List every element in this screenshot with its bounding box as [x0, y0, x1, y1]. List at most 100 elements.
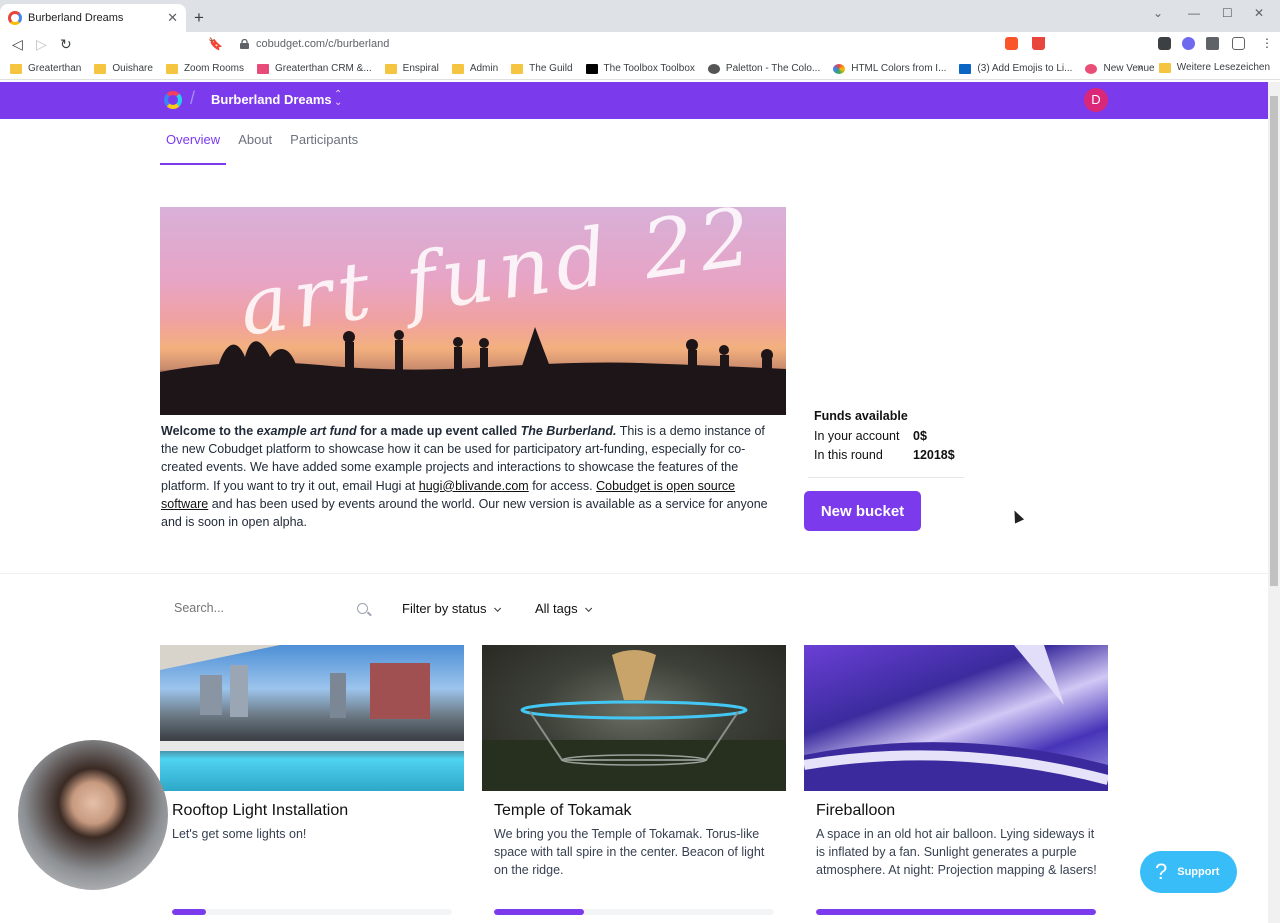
folder-icon [165, 63, 178, 74]
tab-search-icon[interactable]: ⌄ [1153, 6, 1163, 20]
cobudget-favicon-icon [8, 11, 22, 25]
browser-tab[interactable]: Burberland Dreams ✕ [0, 4, 186, 32]
bookmark-item[interactable]: Greaterthan [10, 63, 81, 74]
maximize-icon[interactable]: ☐ [1222, 6, 1233, 20]
other-bookmarks[interactable]: » Weitere Lesezeichen [1137, 62, 1270, 73]
folder-icon [451, 63, 464, 74]
brave-rewards-icon[interactable] [1032, 37, 1045, 50]
progress-fill [494, 909, 584, 915]
new-bucket-button[interactable]: New bucket [804, 491, 921, 531]
address-bar[interactable]: cobudget.com/c/burberland [256, 38, 389, 50]
webcam-overlay [18, 740, 168, 890]
tags-filter-dropdown[interactable]: All tags [535, 601, 592, 616]
folder-icon [384, 63, 397, 74]
minimize-icon[interactable]: — [1188, 6, 1200, 20]
funds-title: Funds available [814, 409, 908, 423]
extension-icon[interactable] [1158, 37, 1171, 50]
mouse-cursor-icon [1009, 508, 1025, 524]
window-close-icon[interactable]: ✕ [1254, 6, 1264, 20]
folder-icon [511, 63, 524, 74]
bookmarks-overflow-icon[interactable]: » [1137, 62, 1143, 73]
group-intro-text: Welcome to the example art fund for a ma… [161, 424, 768, 530]
venue-icon [1085, 63, 1098, 74]
funds-divider [808, 477, 964, 478]
color-wheel-icon [833, 63, 846, 74]
bookmark-item[interactable]: The Toolbox Toolbox [585, 63, 695, 74]
scrollbar-thumb[interactable] [1270, 96, 1278, 586]
funding-progress-bar [494, 909, 774, 915]
bucket-title[interactable]: Fireballoon [816, 802, 895, 820]
search-icon[interactable] [357, 603, 368, 614]
bookmark-item[interactable]: Admin [451, 63, 498, 74]
bucket-card[interactable]: Fireballoon A space in an old hot air ba… [804, 645, 1108, 923]
bookmark-item[interactable]: The Guild [511, 63, 573, 74]
bookmark-icon[interactable]: 🔖 [208, 37, 223, 51]
help-icon: ? [1155, 859, 1168, 884]
toolbox-icon [585, 63, 598, 74]
chevron-down-icon [493, 604, 501, 612]
folder-icon [94, 63, 107, 74]
bucket-image [482, 645, 786, 791]
forward-icon[interactable]: ▷ [36, 36, 47, 53]
bucket-card[interactable]: Temple of Tokamak We bring you the Templ… [482, 645, 786, 923]
bucket-title[interactable]: Rooftop Light Installation [172, 802, 348, 820]
progress-fill [816, 909, 1096, 915]
bookmark-item[interactable]: Enspiral [384, 63, 439, 74]
page-scrollbar[interactable] [1268, 82, 1280, 923]
back-icon[interactable]: ◁ [12, 36, 23, 53]
group-tabs: Overview About Participants [160, 132, 370, 165]
folder-icon [10, 63, 22, 74]
funds-round-row: In this round 12018$ [814, 448, 955, 462]
group-switcher-icon[interactable]: ⌃ ⌄ [334, 90, 342, 108]
funds-panel: Funds available In your account 0$ In th… [814, 409, 964, 467]
close-tab-icon[interactable]: ✕ [167, 10, 178, 26]
bucket-description: Let's get some lights on! [172, 827, 307, 841]
cobudget-logo-icon[interactable] [164, 91, 182, 109]
bookmark-item[interactable]: Ouishare [94, 63, 153, 74]
chevron-down-icon [584, 604, 592, 612]
search-input[interactable] [174, 601, 344, 615]
breadcrumb-separator: / [190, 88, 196, 108]
funds-account-row: In your account 0$ [814, 429, 927, 443]
round-balance: 12018$ [913, 448, 955, 462]
group-name[interactable]: Burberland Dreams [211, 92, 332, 107]
section-divider [0, 573, 1268, 574]
bucket-image [804, 645, 1108, 791]
wallet-icon[interactable] [1232, 37, 1245, 50]
status-filter-dropdown[interactable]: Filter by status [402, 601, 501, 616]
bookmark-item[interactable]: HTML Colors from I... [833, 63, 946, 74]
bucket-card[interactable]: Rooftop Light Installation Let's get som… [160, 645, 464, 923]
tab-overview[interactable]: Overview [160, 132, 227, 165]
crm-icon [256, 63, 269, 74]
menu-icon[interactable]: ⋮ [1261, 36, 1273, 50]
extension-gear-icon[interactable] [1182, 37, 1195, 50]
app-header: / Burberland Dreams ⌃ ⌄ D [0, 82, 1268, 119]
user-avatar[interactable]: D [1084, 88, 1108, 112]
tab-title: Burberland Dreams [28, 12, 124, 24]
support-button[interactable]: ? Support [1140, 851, 1237, 893]
brave-shield-icon[interactable] [1005, 37, 1018, 50]
bookmarks-bar: Greaterthan Ouishare Zoom Rooms Greatert… [0, 58, 1280, 80]
bookmark-item[interactable]: Zoom Rooms [165, 63, 244, 74]
bucket-description: We bring you the Temple of Tokamak. Toru… [494, 827, 765, 878]
paletton-icon [707, 63, 720, 74]
folder-icon [1158, 62, 1171, 73]
lock-icon [240, 39, 249, 49]
extensions-puzzle-icon[interactable] [1206, 37, 1219, 50]
email-link[interactable]: hugi@blivande.com [419, 479, 529, 493]
bucket-image [160, 645, 464, 791]
browser-tabstrip: Burberland Dreams ✕ + ⌄ — ☐ ✕ [0, 0, 1280, 32]
bookmark-item[interactable]: Paletton - The Colo... [707, 63, 820, 74]
new-tab-icon[interactable]: + [194, 8, 204, 28]
progress-fill [172, 909, 206, 915]
tab-participants[interactable]: Participants [284, 132, 364, 165]
bookmark-item[interactable]: Greaterthan CRM &... [256, 63, 372, 74]
account-balance: 0$ [913, 429, 927, 443]
tab-about[interactable]: About [232, 132, 278, 165]
bucket-title[interactable]: Temple of Tokamak [494, 802, 632, 820]
intro-lead: Welcome to the example art fund for a ma… [161, 424, 617, 438]
linkedin-icon [959, 63, 972, 74]
bookmark-item[interactable]: (3) Add Emojis to Li... [959, 63, 1072, 74]
funding-progress-bar [172, 909, 452, 915]
reload-icon[interactable]: ↻ [60, 36, 72, 53]
